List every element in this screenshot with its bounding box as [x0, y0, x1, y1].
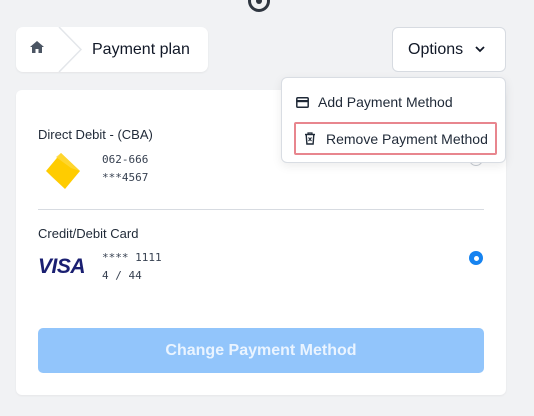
- trash-icon: [302, 132, 318, 145]
- divider: [38, 209, 484, 210]
- cba-logo: [44, 152, 82, 190]
- options-button[interactable]: Options: [392, 27, 506, 72]
- chevron-down-icon: [475, 46, 485, 53]
- direct-debit-account: ***4567: [102, 171, 149, 184]
- method-title-direct-debit: Direct Debit - (CBA): [38, 127, 153, 142]
- visa-logo: VISA: [38, 255, 90, 281]
- menu-item-label: Add Payment Method: [318, 94, 453, 110]
- breadcrumb-home[interactable]: [16, 27, 58, 72]
- menu-item-label: Remove Payment Method: [326, 130, 488, 147]
- radio-card[interactable]: [469, 251, 483, 265]
- change-payment-method-button[interactable]: Change Payment Method: [38, 328, 484, 373]
- card-expiry: 4 / 44: [102, 269, 142, 282]
- credit-card-icon: [294, 96, 310, 108]
- top-logo-icon: [248, 0, 270, 12]
- breadcrumb-current: Payment plan: [92, 41, 190, 58]
- svg-text:VISA: VISA: [38, 256, 85, 276]
- options-label: Options: [408, 40, 464, 58]
- menu-item-add-payment-method[interactable]: Add Payment Method: [294, 87, 453, 117]
- home-icon: [29, 40, 45, 59]
- breadcrumb-separator: [58, 27, 82, 72]
- breadcrumb: Payment plan: [16, 27, 208, 72]
- menu-item-remove-payment-method[interactable]: Remove Payment Method: [294, 122, 497, 155]
- method-title-card: Credit/Debit Card: [38, 226, 139, 241]
- options-dropdown-menu: Add Payment Method Remove Payment Method: [281, 77, 506, 163]
- card-number: **** 1111: [102, 251, 162, 264]
- direct-debit-bsb: 062-666: [102, 153, 149, 166]
